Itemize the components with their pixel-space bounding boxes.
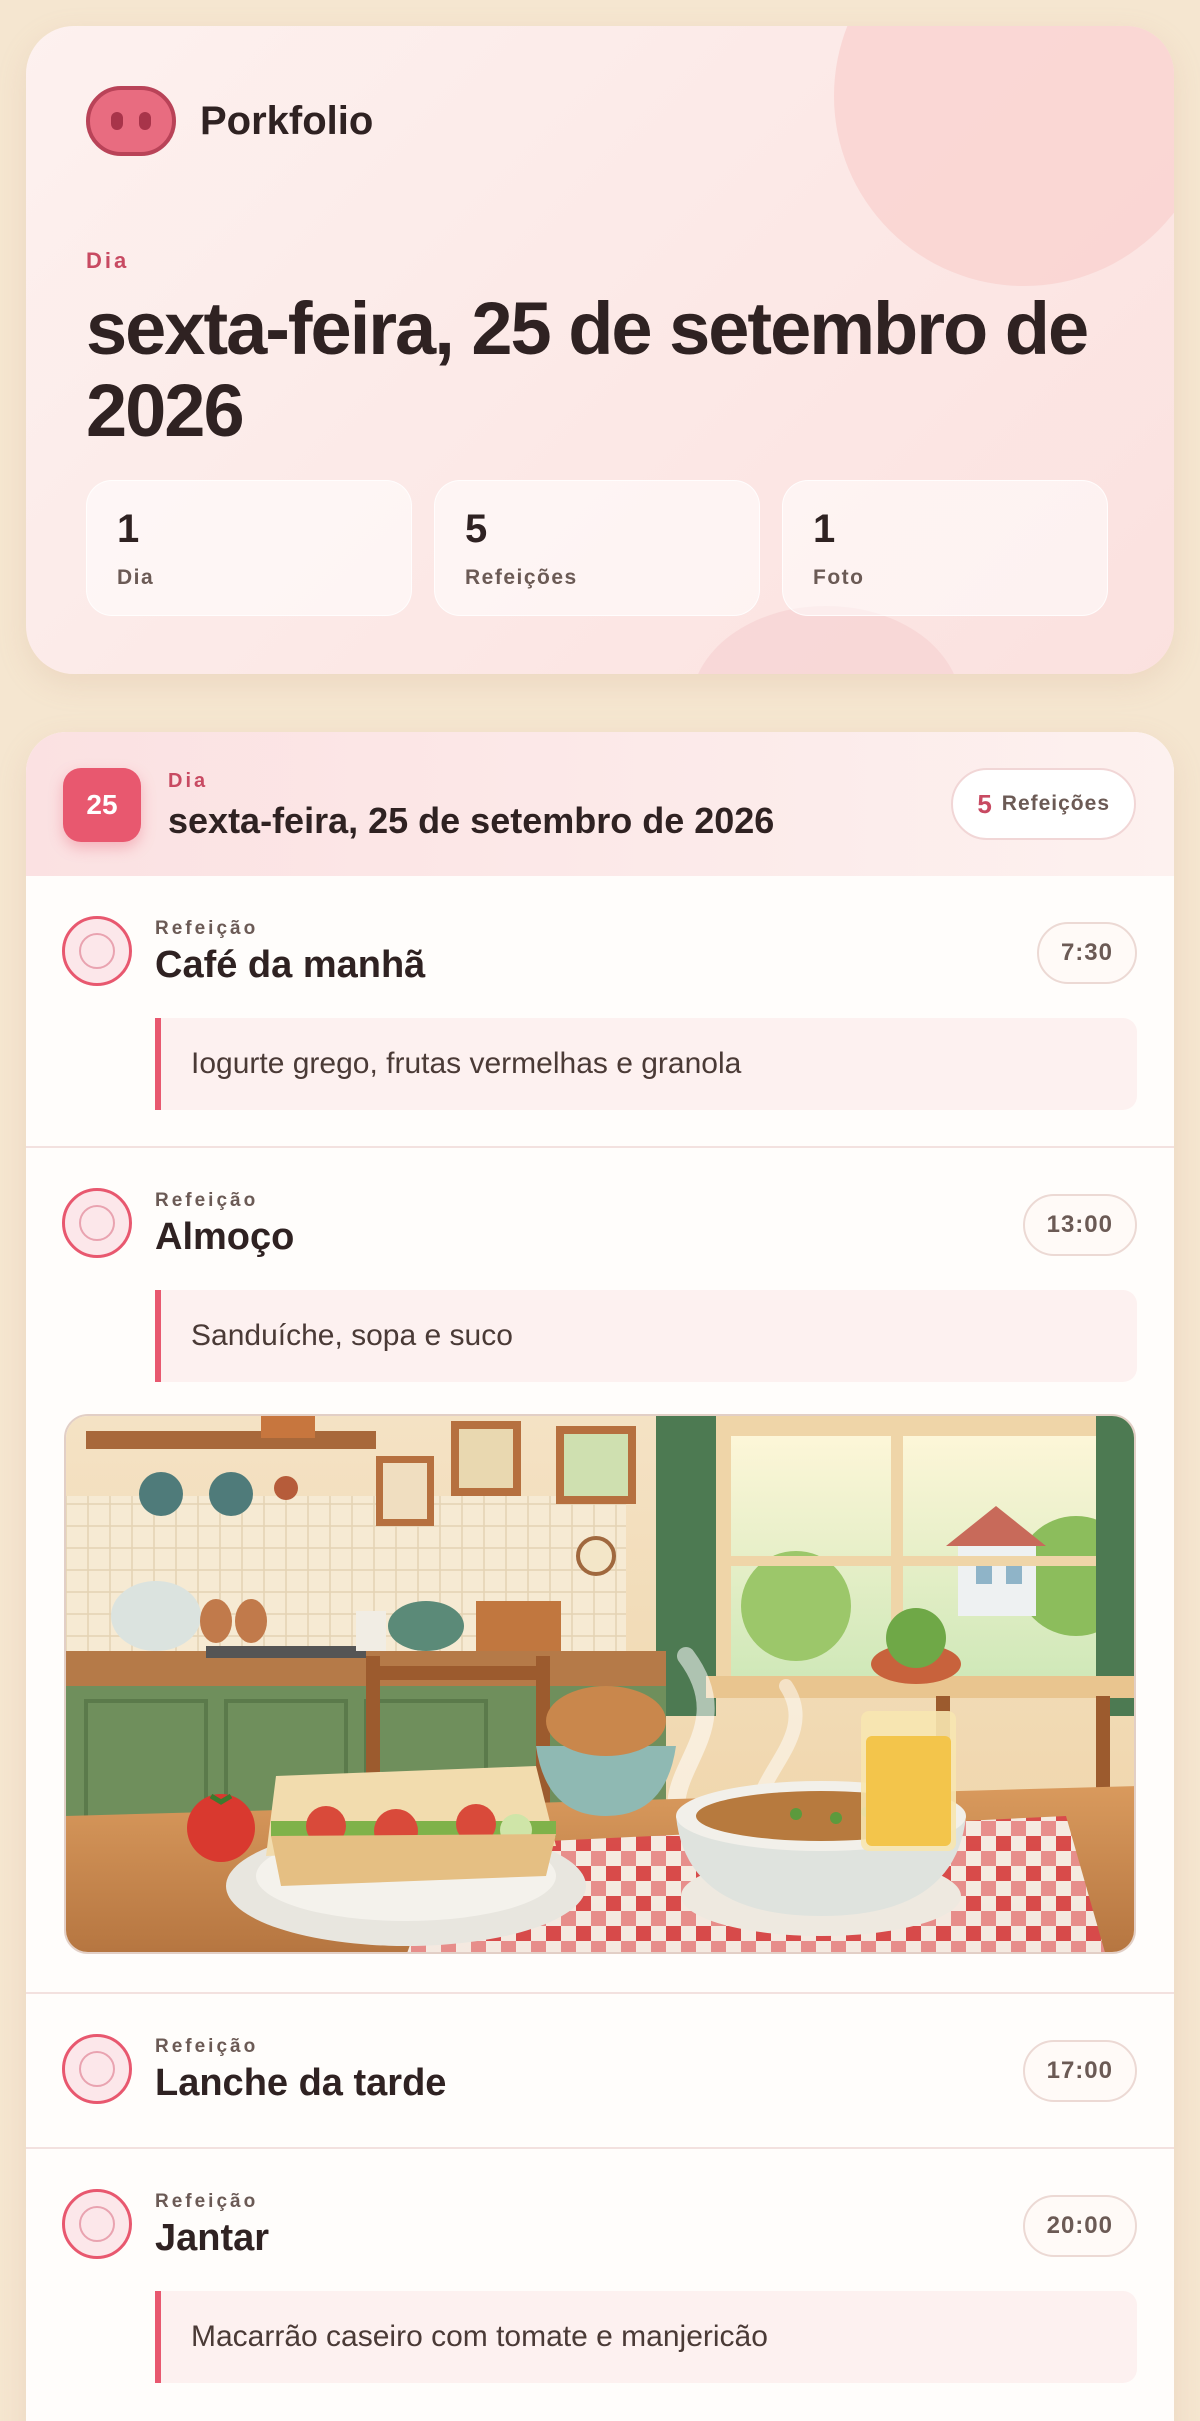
- meal-item[interactable]: Refeição Jantar 20:00 Macarrão caseiro c…: [26, 2149, 1174, 2421]
- decorative-blob: [691, 606, 961, 674]
- meal-eyebrow: Refeição: [155, 918, 259, 939]
- meal-note: Macarrão caseiro com tomate e manjericão: [155, 2291, 1137, 2383]
- brand[interactable]: Porkfolio: [86, 86, 373, 156]
- day-title: sexta-feira, 25 de setembro de 2026: [168, 800, 775, 841]
- kitchen-illustration: [66, 1416, 1134, 1952]
- meal-name: Café da manhã: [155, 944, 426, 986]
- day-number-badge: 25: [63, 768, 141, 842]
- day-header[interactable]: 25 Dia sexta-feira, 25 de setembro de 20…: [26, 732, 1174, 876]
- stat-label: Refeições: [465, 566, 578, 589]
- stat-value: 1: [813, 507, 836, 551]
- meal-time: 20:00: [1022, 2195, 1137, 2257]
- meal-count-label: Refeições: [1001, 792, 1110, 815]
- day-eyebrow: Dia: [168, 770, 209, 792]
- stat-value: 1: [117, 507, 140, 551]
- meal-count-value: 5: [977, 788, 992, 819]
- meal-time: 13:00: [1022, 1194, 1137, 1256]
- brand-name: Porkfolio: [200, 98, 374, 143]
- page-title: sexta-feira, 25 de setembro de 2026: [86, 287, 1089, 452]
- meal-item[interactable]: Refeição Almoço 13:00 Sanduíche, sopa e …: [26, 1148, 1174, 1994]
- day-card: 25 Dia sexta-feira, 25 de setembro de 20…: [26, 732, 1174, 2421]
- stats-row: 1 Dia 5 Refeições 1 Foto: [86, 480, 1108, 616]
- meal-item[interactable]: Refeição Café da manhã 7:30 Iogurte greg…: [26, 876, 1174, 1148]
- meal-name: Jantar: [155, 2217, 270, 2259]
- meal-name: Lanche da tarde: [155, 2062, 447, 2104]
- summary-card: Porkfolio Dia sexta-feira, 25 de setembr…: [26, 26, 1174, 674]
- meal-item[interactable]: Refeição Lanche da tarde 17:00: [26, 1994, 1174, 2149]
- plate-icon: [62, 1188, 132, 1258]
- meal-eyebrow: Refeição: [155, 2191, 259, 2212]
- meal-time: 7:30: [1036, 922, 1137, 984]
- meal-eyebrow: Refeição: [155, 2036, 259, 2057]
- pig-snout-icon: [86, 86, 176, 156]
- meal-count-pill: 5 Refeições: [951, 768, 1136, 840]
- meal-note: Sanduíche, sopa e suco: [155, 1290, 1137, 1382]
- stat-days: 1 Dia: [86, 480, 412, 616]
- meal-note: Iogurte grego, frutas vermelhas e granol…: [155, 1018, 1137, 1110]
- plate-icon: [62, 2034, 132, 2104]
- decorative-blob: [834, 26, 1174, 286]
- meal-eyebrow: Refeição: [155, 1190, 259, 1211]
- hero-eyebrow: Dia: [86, 248, 130, 273]
- plate-icon: [62, 916, 132, 986]
- stat-label: Foto: [813, 566, 865, 589]
- stat-label: Dia: [117, 566, 155, 589]
- meal-photo[interactable]: [64, 1414, 1136, 1954]
- stat-meals: 5 Refeições: [434, 480, 760, 616]
- stat-photos: 1 Foto: [782, 480, 1108, 616]
- stat-value: 5: [465, 507, 488, 551]
- meal-time: 17:00: [1022, 2040, 1137, 2102]
- plate-icon: [62, 2189, 132, 2259]
- meal-name: Almoço: [155, 1216, 295, 1258]
